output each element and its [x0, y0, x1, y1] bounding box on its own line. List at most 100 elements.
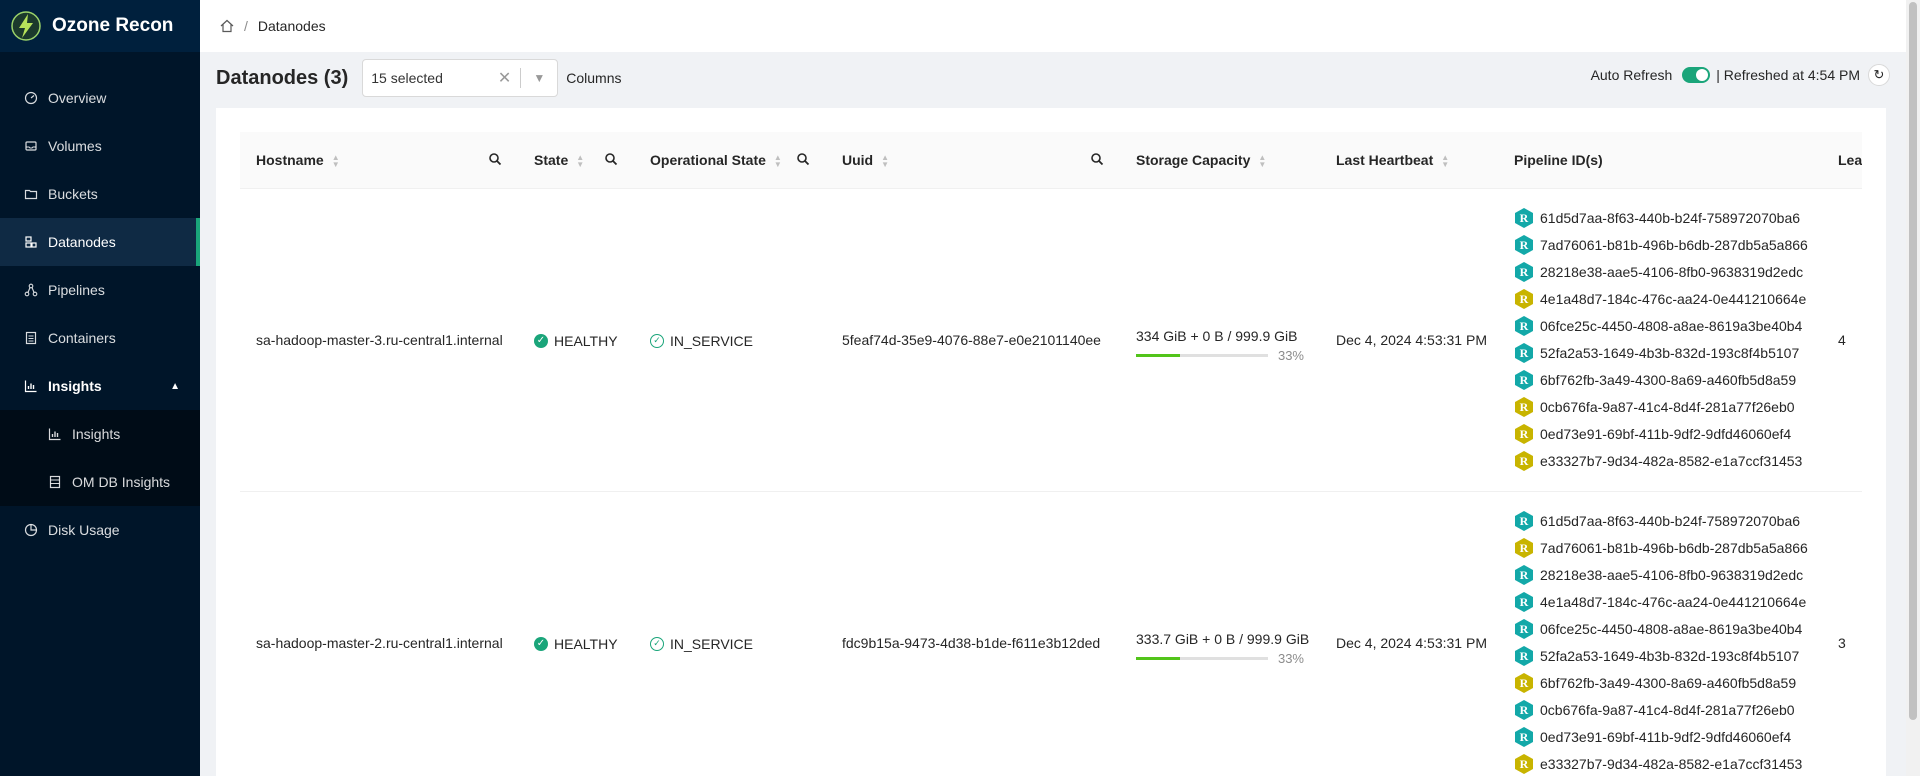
- pipeline-item[interactable]: Re33327b7-9d34-482a-8582-e1a7ccf31453: [1514, 751, 1806, 776]
- ratis-icon: R: [1514, 207, 1534, 229]
- col-storage-capacity[interactable]: Storage Capacity ▲ ▼: [1120, 132, 1320, 189]
- sidebar-item-volumes[interactable]: Volumes: [0, 122, 200, 170]
- capacity-progress-fill: [1136, 354, 1180, 357]
- pipeline-item[interactable]: R 06fce25c-4450-4808-a8ae-8619a3be40b4: [1514, 313, 1806, 340]
- ratis-leader-icon: R: [1514, 672, 1534, 694]
- pipeline-item[interactable]: R 6bf762fb-3a49-4300-8a69-a460fb5d8a59: [1514, 367, 1806, 394]
- search-icon[interactable]: [1090, 152, 1104, 166]
- table-row[interactable]: sa-hadoop-master-2.ru-central1.internal ✓…: [240, 491, 1862, 776]
- app-logo[interactable]: Ozone Recon: [0, 0, 200, 52]
- ratis-icon: R: [1514, 261, 1534, 283]
- sidebar-item-disk-usage[interactable]: Disk Usage: [0, 506, 200, 554]
- col-leader-count[interactable]: Leader Count: [1822, 132, 1862, 189]
- col-last-heartbeat[interactable]: Last Heartbeat ▲ ▼: [1320, 132, 1498, 189]
- sort-icon[interactable]: ▲ ▼: [881, 153, 889, 168]
- cell-uuid: 5feaf74d-35e9-4076-88e7-e0e2101140ee: [826, 188, 1120, 492]
- pipeline-item[interactable]: R 4e1a48d7-184c-476c-aa24-0e441210664e: [1514, 286, 1806, 313]
- col-pipeline-ids-label: Pipeline ID(s): [1514, 151, 1603, 168]
- sort-icon[interactable]: ▲ ▼: [1441, 153, 1449, 168]
- col-hostname[interactable]: Hostname ▲ ▼: [240, 132, 518, 189]
- pipeline-item[interactable]: R 28218e38-aae5-4106-8fb0-9638319d2edc: [1514, 562, 1806, 589]
- pipeline-id-text: 0cb676fa-9a87-41c4-8d4f-281a77f26eb0: [1540, 399, 1795, 415]
- pipeline-item[interactable]: R 7ad76061-b81b-496b-b6db-287db5a5a866: [1514, 535, 1808, 562]
- col-last-heartbeat-label: Last Heartbeat: [1336, 151, 1434, 168]
- sort-icon[interactable]: ▲ ▼: [774, 153, 782, 168]
- svg-text:R: R: [1520, 703, 1529, 717]
- pipeline-id-text: 06fce25c-4450-4808-a8ae-8619a3be40b4: [1540, 621, 1803, 637]
- search-icon[interactable]: [488, 152, 502, 166]
- svg-text:R: R: [1520, 373, 1529, 387]
- chevron-down-icon[interactable]: ▼: [533, 71, 545, 85]
- svg-text:R: R: [1520, 649, 1529, 663]
- cell-uuid: fdc9b15a-9473-4d38-b1de-f611e3b12ded: [826, 491, 1120, 776]
- pipeline-item[interactable]: R 61d5d7aa-8f63-440b-b24f-758972070ba6: [1514, 205, 1806, 232]
- sort-icon[interactable]: ▲ ▼: [576, 153, 584, 168]
- pipeline-item[interactable]: R 0cb676fa-9a87-41c4-8d4f-281a77f26eb0: [1514, 697, 1806, 724]
- cell-storage-capacity[interactable]: 333.7 GiB + 0 B / 999.9 GiB 33%: [1120, 491, 1320, 776]
- ratis-icon: R: [1514, 510, 1534, 532]
- check-circle-icon: ✓: [534, 333, 548, 348]
- pipeline-item[interactable]: R 28218e38-aae5-4106-8fb0-9638319d2edc: [1514, 259, 1806, 286]
- sidebar-item-containers[interactable]: Containers: [0, 314, 200, 362]
- pipeline-item[interactable]: R 52fa2a53-1649-4b3b-832d-193c8f4b5107: [1514, 340, 1806, 367]
- scrollbar-thumb[interactable]: [1909, 2, 1917, 720]
- state-text: HEALTHY: [554, 635, 618, 652]
- sidebar-item-datanodes[interactable]: Datanodes: [0, 218, 200, 266]
- sidebar-item-label: Volumes: [48, 138, 102, 154]
- home-icon[interactable]: [220, 19, 234, 33]
- pipeline-item[interactable]: R 52fa2a53-1649-4b3b-832d-193c8f4b5107: [1514, 643, 1806, 670]
- pipeline-list: R 61d5d7aa-8f63-440b-b24f-758972070ba6 R 7a…: [1514, 508, 1808, 776]
- hostname-text: sa-hadoop-master-3.ru-central1.internal: [256, 331, 503, 348]
- search-icon[interactable]: [604, 152, 618, 166]
- chevron-up-icon[interactable]: ▲: [170, 381, 180, 392]
- pipeline-id-text: 0ed73e91-69bf-411b-9df2-9dfd46060ef4: [1540, 729, 1792, 745]
- pipeline-item[interactable]: R 0ed73e91-69bf-411b-9df2-9dfd46060ef4: [1514, 421, 1806, 448]
- pipeline-item[interactable]: R 0ed73e91-69bf-411b-9df2-9dfd46060ef4: [1514, 724, 1806, 751]
- clear-icon[interactable]: ✕: [498, 68, 511, 88]
- pipeline-id-text: 61d5d7aa-8f63-440b-b24f-758972070ba6: [1540, 513, 1801, 529]
- refresh-icon[interactable]: ↻: [1868, 64, 1890, 86]
- pipeline-id-text: e33327b7-9d34-482a-8582-e1a7ccf31453: [1540, 453, 1803, 469]
- sidebar-item-label: Pipelines: [48, 282, 105, 298]
- sidebar-subitem-label: Insights: [72, 426, 121, 442]
- page-scrollbar[interactable]: [1906, 0, 1920, 776]
- sort-icon[interactable]: ▲ ▼: [332, 153, 340, 168]
- svg-text:R: R: [1520, 757, 1529, 771]
- col-operational-state[interactable]: Operational State ▲ ▼: [634, 132, 826, 189]
- svg-text:R: R: [1520, 622, 1529, 636]
- pie-chart-icon: [24, 523, 38, 537]
- datanodes-table-wrapper: Hostname ▲ ▼ State ▲ ▼ Operational State ▲ ▼ U…: [240, 132, 1862, 776]
- sidebar-subitem-om-db-insights[interactable]: OM DB Insights: [0, 458, 200, 506]
- uuid-text: 5feaf74d-35e9-4076-88e7-e0e2101140ee: [842, 331, 1101, 348]
- search-icon[interactable]: [796, 152, 810, 166]
- state-text: HEALTHY: [554, 332, 618, 349]
- col-uuid[interactable]: Uuid ▲ ▼: [826, 132, 1120, 189]
- pipeline-item[interactable]: R 06fce25c-4450-4808-a8ae-8619a3be40b4: [1514, 616, 1806, 643]
- column-select[interactable]: 15 selected ✕ ▼: [362, 59, 559, 97]
- operational-state-text: IN_SERVICE: [670, 635, 753, 652]
- pipeline-item[interactable]: R 61d5d7aa-8f63-440b-b24f-758972070ba6: [1514, 508, 1806, 535]
- table-row[interactable]: sa-hadoop-master-3.ru-central1.internal ✓…: [240, 188, 1862, 492]
- sidebar-item-overview[interactable]: Overview: [0, 74, 200, 122]
- datanodes-table: Hostname ▲ ▼ State ▲ ▼ Operational State ▲ ▼ U…: [240, 132, 1862, 776]
- pipeline-item[interactable]: R 0cb676fa-9a87-41c4-8d4f-281a77f26eb0: [1514, 394, 1806, 421]
- sidebar-item-buckets[interactable]: Buckets: [0, 170, 200, 218]
- pipeline-item[interactable]: R 4e1a48d7-184c-476c-aa24-0e441210664e: [1514, 589, 1806, 616]
- check-circle-outline-icon: ✓: [650, 333, 664, 348]
- pipeline-item[interactable]: R 6bf762fb-3a49-4300-8a69-a460fb5d8a59: [1514, 670, 1806, 697]
- sort-icon[interactable]: ▲ ▼: [1258, 153, 1266, 168]
- pipeline-item[interactable]: R 7ad76061-b81b-496b-b6db-287db5a5a866: [1514, 232, 1808, 259]
- cell-storage-capacity[interactable]: 334 GiB + 0 B / 999.9 GiB 33%: [1120, 188, 1320, 492]
- col-storage-capacity-label: Storage Capacity: [1136, 151, 1251, 168]
- cell-state: ✓ HEALTHY: [518, 491, 634, 776]
- svg-text:R: R: [1520, 541, 1529, 555]
- col-leader-count-label: Leader Count: [1838, 151, 1862, 168]
- breadcrumb-separator: /: [244, 18, 248, 34]
- ratis-icon: R: [1514, 645, 1534, 667]
- col-state[interactable]: State ▲ ▼: [518, 132, 634, 189]
- sidebar-item-insights[interactable]: Insights ▲: [0, 362, 200, 410]
- auto-refresh-toggle[interactable]: [1682, 67, 1711, 83]
- pipeline-item[interactable]: Re33327b7-9d34-482a-8582-e1a7ccf31453: [1514, 448, 1806, 475]
- sidebar-subitem-insights[interactable]: Insights: [0, 410, 200, 458]
- sidebar-item-pipelines[interactable]: Pipelines: [0, 266, 200, 314]
